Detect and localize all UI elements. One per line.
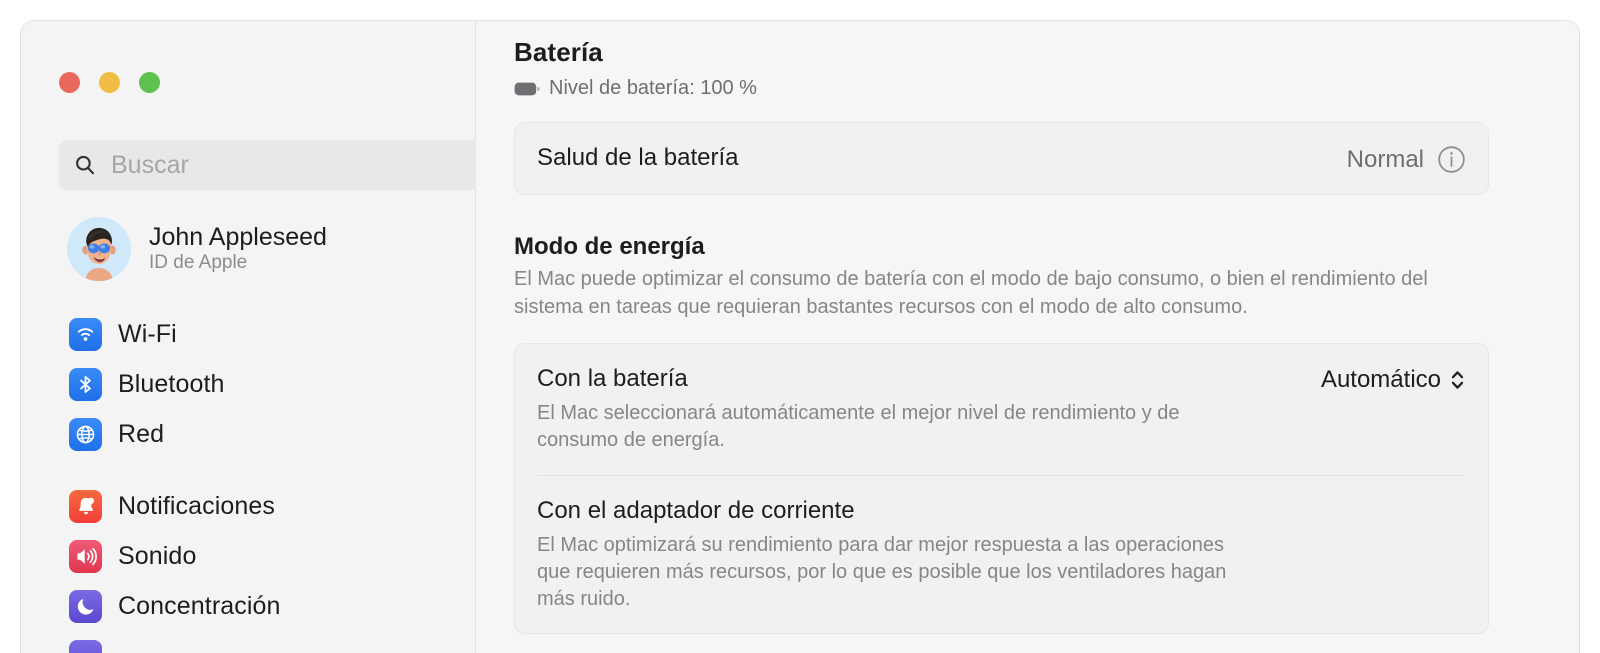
sidebar-item-focus[interactable]: Concentración xyxy=(59,581,469,631)
memoji-avatar-icon xyxy=(67,217,131,281)
sidebar-item-label: Wi-Fi xyxy=(118,320,177,349)
battery-health-value: Normal xyxy=(1347,146,1424,174)
chevron-updown-icon xyxy=(1449,367,1466,393)
search-icon xyxy=(73,153,97,177)
speaker-icon xyxy=(69,540,102,573)
page-title: Batería xyxy=(514,37,1489,68)
battery-health-card: Salud de la batería Normal xyxy=(514,122,1489,195)
sidebar-nav: Wi-Fi Bluetooth xyxy=(59,309,469,653)
power-mode-description: El Mac puede optimizar el consumo de bat… xyxy=(514,266,1474,321)
sidebar-item-label: Bluetooth xyxy=(118,370,225,399)
on-power-adapter-description: El Mac optimizará su rendimiento para da… xyxy=(537,532,1237,614)
info-circle-icon[interactable] xyxy=(1437,145,1466,174)
search-field[interactable] xyxy=(59,140,487,190)
maximize-window-button[interactable] xyxy=(139,72,160,93)
sidebar: John Appleseed ID de Apple Wi-Fi xyxy=(21,21,476,653)
sidebar-item-sound[interactable]: Sonido xyxy=(59,531,469,581)
on-battery-title: Con la batería xyxy=(537,364,1237,394)
battery-level-label: Nivel de batería: 100 % xyxy=(549,77,757,100)
globe-icon xyxy=(69,418,102,451)
sidebar-item-label: Notificaciones xyxy=(118,492,275,521)
sidebar-item-notifications[interactable]: Notificaciones xyxy=(59,481,469,531)
avatar xyxy=(67,217,131,281)
window-controls xyxy=(59,72,160,93)
bluetooth-icon xyxy=(69,368,102,401)
sidebar-item-label: Red xyxy=(118,420,164,449)
sidebar-item-label: Concentración xyxy=(118,592,281,621)
power-mode-title: Modo de energía xyxy=(514,233,1489,261)
on-power-adapter-row: Con el adaptador de corriente El Mac opt… xyxy=(515,476,1488,634)
sidebar-item-network[interactable]: Red xyxy=(59,409,469,459)
wifi-icon xyxy=(69,318,102,351)
sidebar-item-wifi[interactable]: Wi-Fi xyxy=(59,309,469,359)
battery-health-row[interactable]: Salud de la batería Normal xyxy=(515,123,1488,194)
battery-full-icon xyxy=(514,82,540,96)
system-settings-window: John Appleseed ID de Apple Wi-Fi xyxy=(20,20,1580,653)
search-input[interactable] xyxy=(111,151,451,180)
on-battery-selected-value: Automático xyxy=(1321,366,1441,394)
sidebar-group-system: Notificaciones Sonido xyxy=(59,481,469,653)
minimize-window-button[interactable] xyxy=(99,72,120,93)
on-battery-power-mode-popup[interactable]: Automático xyxy=(1321,366,1466,394)
power-mode-section: Modo de energía El Mac puede optimizar e… xyxy=(514,233,1489,321)
close-window-button[interactable] xyxy=(59,72,80,93)
sidebar-item-label: Sonido xyxy=(118,542,196,571)
sidebar-item-bluetooth[interactable]: Bluetooth xyxy=(59,359,469,409)
account-name: John Appleseed xyxy=(149,223,327,251)
hourglass-icon xyxy=(69,640,102,653)
page-header: Batería Nivel de batería: 100 % xyxy=(514,21,1489,100)
on-battery-row: Con la batería El Mac seleccionará autom… xyxy=(515,344,1488,474)
sidebar-group-connectivity: Wi-Fi Bluetooth xyxy=(59,309,469,459)
account-subtitle: ID de Apple xyxy=(149,252,327,274)
on-power-adapter-title: Con el adaptador de corriente xyxy=(537,496,1237,526)
power-mode-card: Con la batería El Mac seleccionará autom… xyxy=(514,343,1489,634)
apple-account-item[interactable]: John Appleseed ID de Apple xyxy=(61,213,461,285)
moon-icon xyxy=(69,590,102,623)
on-battery-description: El Mac seleccionará automáticamente el m… xyxy=(537,400,1237,454)
main-content: Batería Nivel de batería: 100 % Salud de… xyxy=(476,21,1579,653)
battery-level-line: Nivel de batería: 100 % xyxy=(514,77,1489,100)
battery-health-title: Salud de la batería xyxy=(537,143,738,173)
bell-icon xyxy=(69,490,102,523)
sidebar-item-partial[interactable] xyxy=(59,631,469,653)
